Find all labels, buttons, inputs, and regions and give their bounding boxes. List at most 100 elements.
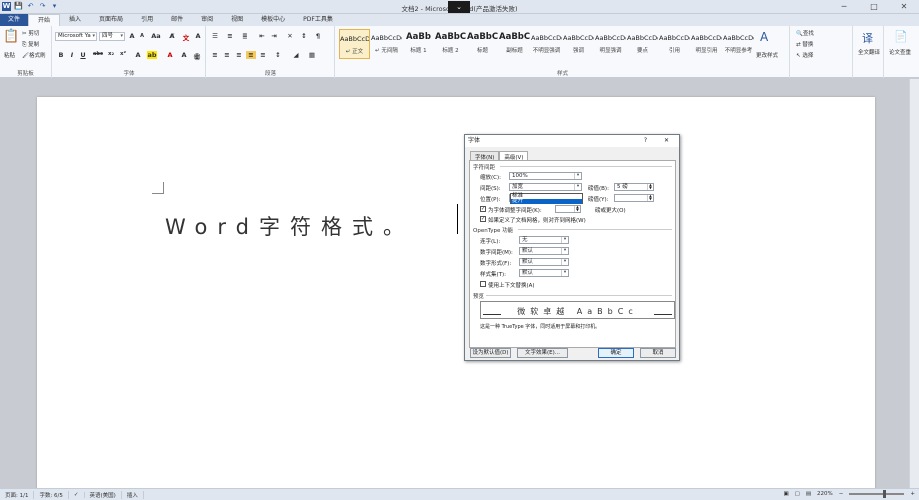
number-forms-select[interactable]: 默认 ▾ — [519, 258, 569, 266]
position-dropdown-list[interactable]: 标准 提升 — [510, 193, 583, 204]
contextual-checkbox[interactable] — [480, 281, 486, 287]
stylistic-sets-select[interactable]: 默认 ▾ — [519, 269, 569, 277]
chinese-layout-icon[interactable]: ✕ — [285, 32, 295, 40]
document-text[interactable]: Word字符格式。 — [165, 211, 414, 241]
spin-arrows-icon[interactable]: ▲ ▼ — [574, 205, 580, 212]
translate-button[interactable]: 全文翻译 — [858, 48, 880, 56]
style-item[interactable]: AaBbC 标题 2 — [435, 29, 466, 59]
grow-font-button[interactable]: A — [127, 32, 137, 40]
shading-icon[interactable]: ◢ — [291, 51, 301, 59]
dialog-close-button[interactable]: ✕ — [664, 135, 669, 147]
superscript-button[interactable]: x² — [118, 51, 128, 57]
subscript-button[interactable]: x₂ — [106, 51, 116, 57]
font-color-button[interactable]: A — [165, 51, 175, 59]
tab-template-center[interactable]: 模板中心 — [252, 14, 294, 26]
page-count[interactable]: 页面: 1/1 — [0, 490, 35, 499]
style-item[interactable]: AaBbC 副标题 — [499, 29, 530, 59]
tab-page-layout[interactable]: 页面布局 — [90, 14, 132, 26]
style-item[interactable]: AaBbCcDd 明显强调 — [595, 29, 626, 59]
style-item[interactable]: AaBbCcDd ↵ 正文 — [339, 29, 370, 59]
increase-indent-icon[interactable]: ⇥ — [269, 32, 279, 40]
format-painter-button[interactable]: 🖌格式刷 — [22, 51, 46, 59]
select-button[interactable]: ↖ 选择 — [796, 51, 813, 59]
help-button[interactable]: ? — [644, 135, 647, 147]
grid-checkbox[interactable]: ✓ — [480, 216, 486, 222]
ligatures-select[interactable]: 无 ▾ — [519, 236, 569, 244]
tab-home[interactable]: 开始 — [28, 14, 61, 26]
cancel-button[interactable]: 取消 — [640, 348, 676, 358]
show-marks-icon[interactable]: ¶ — [313, 32, 323, 40]
language-status[interactable]: 英语(美国) — [85, 490, 122, 499]
italic-button[interactable]: I — [67, 51, 77, 59]
font-size-select[interactable]: 四号 ▾ — [99, 32, 125, 41]
tab-mailings[interactable]: 邮件 — [162, 14, 192, 26]
minimize-button[interactable]: ─ — [829, 0, 859, 14]
position-by-spinner[interactable]: ▲ ▼ — [614, 194, 654, 202]
borders-icon[interactable]: ▦ — [307, 51, 317, 59]
shrink-font-button[interactable]: A — [137, 33, 147, 39]
kerning-checkbox[interactable]: ✓ — [480, 206, 486, 212]
bold-button[interactable]: B — [56, 51, 66, 59]
style-item[interactable]: AaBb 标题 1 — [403, 29, 434, 59]
spin-arrows-icon[interactable]: ▲ ▼ — [647, 183, 653, 190]
tab-review[interactable]: 审阅 — [192, 14, 222, 26]
zoom-level[interactable]: 220% — [817, 491, 833, 497]
line-spacing-icon[interactable]: ↕ — [273, 51, 283, 59]
border-char-icon[interactable]: A — [193, 32, 203, 40]
spacing-by-spinner[interactable]: 5 磅 ▲ ▼ — [614, 183, 654, 191]
change-styles-button[interactable]: 更改样式 — [756, 51, 778, 59]
tab-references[interactable]: 引用 — [132, 14, 162, 26]
style-item[interactable]: AaBbCcDd 明显引用 — [691, 29, 722, 59]
document-page[interactable]: Word字符格式。 — [37, 97, 875, 497]
enclose-char-icon[interactable]: ㊎ — [192, 51, 202, 61]
dropdown-option-raised[interactable]: 提升 — [511, 198, 582, 204]
justify-icon[interactable]: ≡ — [246, 51, 256, 59]
web-layout-icon[interactable]: ▤ — [806, 491, 811, 497]
style-item[interactable]: AaBbCcDd 不明显参考 — [723, 29, 754, 59]
distribute-icon[interactable]: ≡ — [258, 51, 268, 59]
paste-button[interactable]: 粘贴 — [4, 51, 15, 59]
insert-mode[interactable]: 插入 — [122, 490, 144, 499]
number-spacing-select[interactable]: 默认 ▾ — [519, 247, 569, 255]
translate-icon[interactable]: 译 — [862, 30, 873, 46]
change-case-button[interactable]: Aa — [151, 32, 161, 40]
phonetic-guide-icon[interactable]: 文 — [181, 32, 191, 42]
spin-arrows-icon[interactable]: ▲ ▼ — [647, 194, 653, 201]
style-item[interactable]: AaBbCcDd ↵ 无间隔 — [371, 29, 402, 59]
find-button[interactable]: 🔍查找 — [796, 29, 814, 37]
tab-file[interactable]: 文件 — [0, 14, 29, 26]
full-screen-icon[interactable]: ▢ — [795, 491, 800, 497]
kerning-spinner[interactable]: ▲ ▼ — [555, 205, 581, 213]
font-name-select[interactable]: Microsoft Ya ▾ — [55, 32, 97, 41]
zoom-out-icon[interactable]: − — [839, 491, 844, 497]
style-item[interactable]: AaBbCcDd 强调 — [563, 29, 594, 59]
spacing-select[interactable]: 加宽 ▾ — [509, 183, 582, 191]
zoom-slider[interactable] — [849, 490, 905, 498]
strikethrough-button[interactable]: abc — [93, 51, 103, 57]
clear-format-icon[interactable]: A̸ — [167, 32, 177, 40]
change-styles-icon[interactable]: A — [760, 30, 768, 44]
sort-icon[interactable]: ↕ — [299, 32, 309, 40]
paper-check-button[interactable]: 论文查重 — [889, 48, 911, 56]
tab-insert[interactable]: 插入 — [60, 14, 90, 26]
vertical-scrollbar[interactable] — [909, 79, 919, 488]
paper-check-icon[interactable]: 📄 — [894, 30, 908, 43]
highlight-icon[interactable]: ab — [147, 51, 157, 59]
zoom-in-icon[interactable]: + — [910, 491, 915, 497]
style-item[interactable]: AaBbCcDd 要点 — [627, 29, 658, 59]
align-center-icon[interactable]: ≡ — [222, 51, 232, 59]
tab-view[interactable]: 视图 — [222, 14, 252, 26]
replace-button[interactable]: ⇄ 替换 — [796, 40, 813, 48]
numbering-icon[interactable]: ≡ — [225, 32, 235, 40]
multilevel-list-icon[interactable]: ≣ — [240, 32, 250, 40]
scale-select[interactable]: 100% ▾ — [509, 172, 582, 180]
style-item[interactable]: AaBbCcDd 引用 — [659, 29, 690, 59]
style-item[interactable]: AaBbC 标题 — [467, 29, 498, 59]
text-effects-icon[interactable]: A — [133, 51, 143, 59]
word-count[interactable]: 字数: 6/5 — [34, 490, 69, 499]
proofing-icon[interactable]: ✓ — [69, 491, 85, 498]
underline-button[interactable]: U — [78, 51, 88, 59]
cut-button[interactable]: ✂ 剪切 — [22, 29, 39, 37]
paste-icon[interactable]: 📋 — [3, 29, 19, 44]
bullets-icon[interactable]: ☰ — [210, 32, 220, 40]
